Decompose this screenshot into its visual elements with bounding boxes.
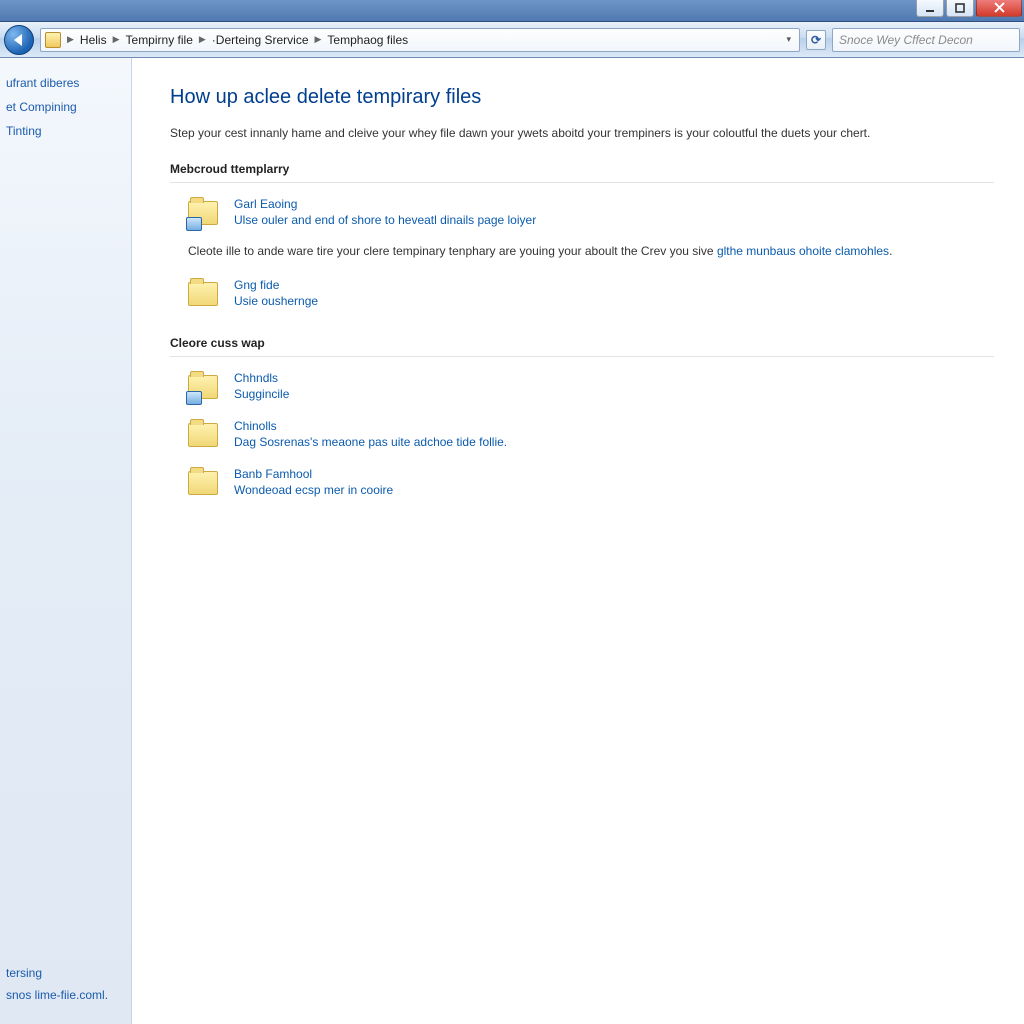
task-sub-link[interactable]: Suggincile xyxy=(234,387,289,401)
back-button[interactable] xyxy=(4,25,34,55)
section-heading: Mebcroud ttemplarry xyxy=(170,162,994,183)
content-pane: How up aclee delete tempirary files Step… xyxy=(132,58,1024,1024)
search-input[interactable]: Snoce Wey Cffect Decon xyxy=(832,28,1020,52)
item-icon xyxy=(188,419,220,451)
sidebar-footer-link[interactable]: snos lime-fiie.coml. xyxy=(6,988,123,1002)
folder-icon xyxy=(188,471,218,495)
close-button[interactable] xyxy=(976,0,1022,17)
refresh-button[interactable]: ⟳ xyxy=(806,30,826,50)
task-link[interactable]: Banb Famhool xyxy=(234,467,393,481)
history-dropdown-button[interactable]: ▾ xyxy=(782,32,795,47)
sidebar-footer-link[interactable]: tersing xyxy=(6,966,123,980)
toolbar: ▶ Helis ▶ Tempirny file ▶ ·Derteing Srer… xyxy=(0,22,1024,58)
task-link[interactable]: Gng fide xyxy=(234,278,318,292)
task-sub-link[interactable]: Ulse ouler and end of shore to heveatl d… xyxy=(234,213,536,227)
breadcrumb-segment[interactable]: Temphaog files xyxy=(327,33,408,47)
maximize-icon xyxy=(955,3,965,13)
location-folder-icon xyxy=(45,32,61,48)
monitor-overlay-icon xyxy=(186,217,202,231)
refresh-icon: ⟳ xyxy=(811,33,821,47)
sidebar: ufrant diberes et Compining Tinting ters… xyxy=(0,58,132,1024)
paragraph-text: . xyxy=(889,244,892,258)
page-title: How up aclee delete tempirary files xyxy=(170,86,994,109)
item-icon xyxy=(188,197,220,229)
chevron-right-icon: ▶ xyxy=(111,34,122,45)
breadcrumb-segment[interactable]: Tempirny file xyxy=(126,33,193,47)
monitor-overlay-icon xyxy=(186,391,202,405)
chevron-right-icon: ▶ xyxy=(313,34,324,45)
breadcrumb-segment[interactable]: ·Derteing Srervice xyxy=(212,33,309,47)
sidebar-link[interactable]: ufrant diberes xyxy=(6,76,121,90)
maximize-button[interactable] xyxy=(946,0,974,17)
section-heading: Cleore cuss wap xyxy=(170,336,994,357)
chevron-right-icon: ▶ xyxy=(65,34,76,45)
inline-link[interactable]: glthe munbaus ohoite clamohles xyxy=(717,244,889,258)
task-item: Banb Famhool Wondeoad ecsp mer in cooire xyxy=(170,463,994,511)
chevron-right-icon: ▶ xyxy=(197,34,208,45)
task-sub-link[interactable]: Dag Sosrenas's meaone pas uite adchoe ti… xyxy=(234,435,507,449)
task-sub-link[interactable]: Wondeoad ecsp mer in cooire xyxy=(234,483,393,497)
task-item: Chhndls Suggincile xyxy=(170,367,994,415)
window-buttons xyxy=(916,0,1022,17)
item-icon xyxy=(188,278,220,310)
breadcrumb-segment[interactable]: Helis xyxy=(80,33,107,47)
address-bar[interactable]: ▶ Helis ▶ Tempirny file ▶ ·Derteing Srer… xyxy=(40,28,800,52)
minimize-icon xyxy=(925,3,935,13)
search-placeholder: Snoce Wey Cffect Decon xyxy=(839,33,973,47)
page-intro: Step your cest innanly hame and cleive y… xyxy=(170,125,930,142)
titlebar xyxy=(0,0,1024,22)
task-item: Garl Eaoing Ulse ouler and end of shore … xyxy=(170,193,994,241)
item-icon xyxy=(188,467,220,499)
sidebar-link[interactable]: et Compining xyxy=(6,100,121,114)
close-icon xyxy=(994,2,1005,13)
minimize-button[interactable] xyxy=(916,0,944,17)
folder-icon xyxy=(188,282,218,306)
sidebar-footer: tersing snos lime-fiie.coml. xyxy=(0,966,131,1014)
item-icon xyxy=(188,371,220,403)
task-item: Gng fide Usie oushernge xyxy=(170,274,994,322)
sidebar-links: ufrant diberes et Compining Tinting xyxy=(0,76,131,138)
task-link[interactable]: Chhndls xyxy=(234,371,289,385)
task-link[interactable]: Garl Eaoing xyxy=(234,197,536,211)
section-paragraph: Cleote ille to ande ware tire your clere… xyxy=(170,241,950,274)
task-item: Chinolls Dag Sosrenas's meaone pas uite … xyxy=(170,415,994,463)
client-area: ufrant diberes et Compining Tinting ters… xyxy=(0,58,1024,1024)
task-sub-link[interactable]: Usie oushernge xyxy=(234,294,318,308)
task-link[interactable]: Chinolls xyxy=(234,419,507,433)
sidebar-link[interactable]: Tinting xyxy=(6,124,121,138)
folder-icon xyxy=(188,423,218,447)
address-bar-end: ▾ xyxy=(782,32,795,47)
paragraph-text: Cleote ille to ande ware tire your clere… xyxy=(188,244,717,258)
